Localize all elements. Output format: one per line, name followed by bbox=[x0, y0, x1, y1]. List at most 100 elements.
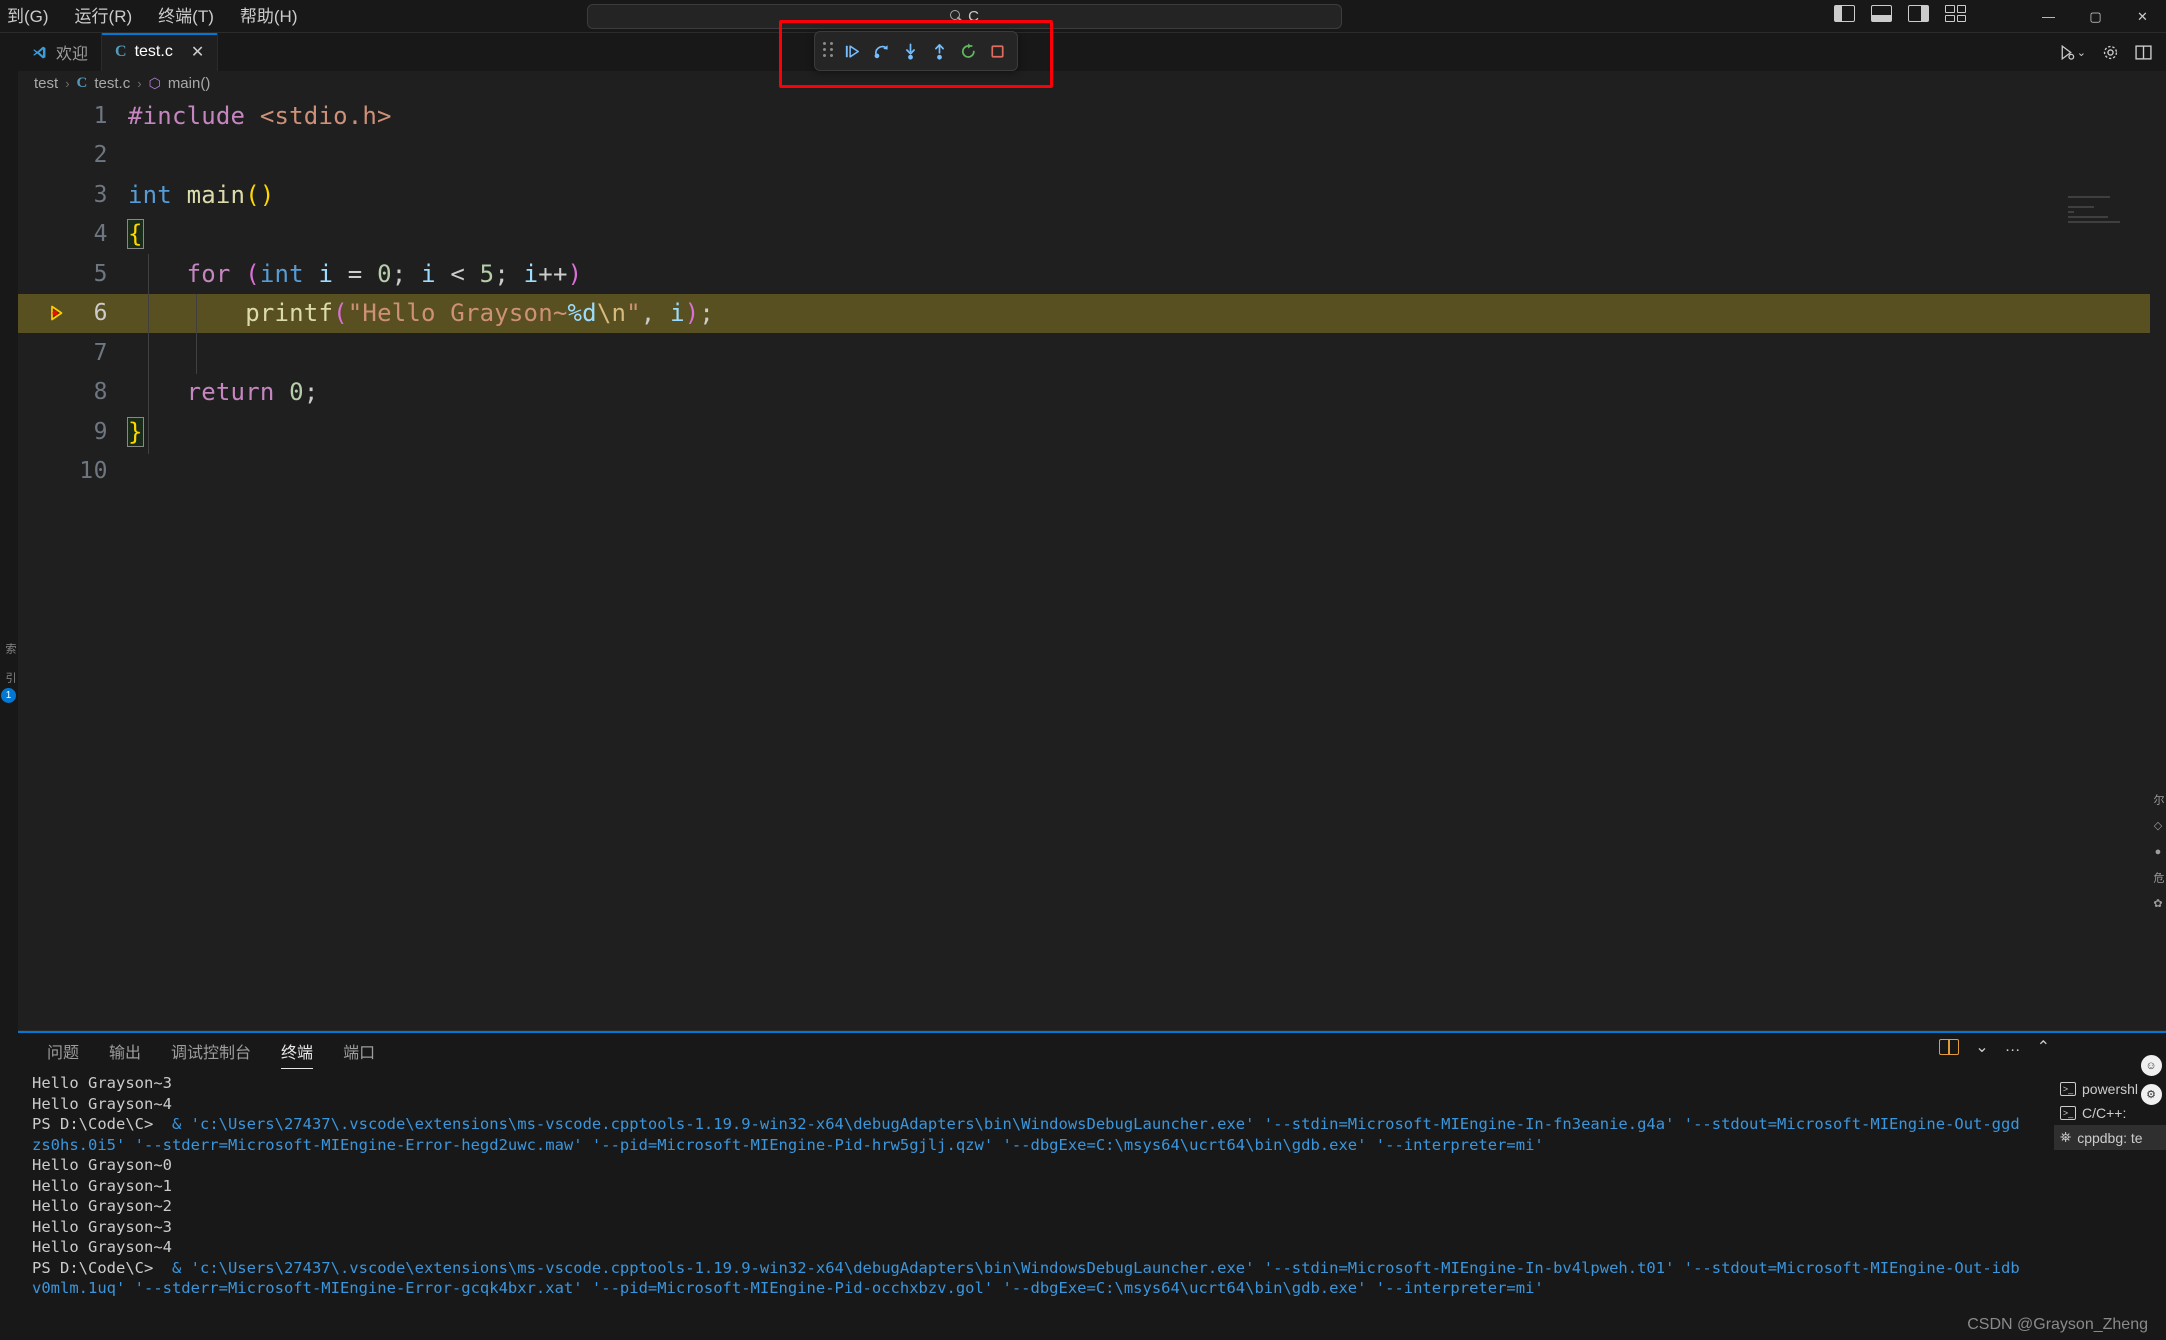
activity-bar: 索 1 引 bbox=[0, 33, 18, 1340]
terminal-output-line: Hello Grayson~2 bbox=[32, 1196, 2022, 1217]
menu-item-run[interactable]: 运行(R) bbox=[62, 5, 146, 28]
settings-gear-icon[interactable] bbox=[2102, 44, 2119, 61]
menu-item-goto[interactable]: 到(G) bbox=[0, 5, 62, 28]
step-into-button[interactable] bbox=[898, 39, 922, 64]
code-line-1[interactable]: 1#include <stdio.h> bbox=[18, 96, 2166, 136]
terminal-prompt: PS D:\Code\C> bbox=[32, 1115, 163, 1133]
search-icon bbox=[950, 10, 963, 23]
run-and-debug-icon[interactable]: ⌄ bbox=[2058, 44, 2086, 61]
line-number: 10 bbox=[18, 458, 128, 484]
panel-tab-debug-console[interactable]: 调试控制台 bbox=[156, 1033, 266, 1069]
editor-tab-bar: 欢迎 C test.c ✕ ⌄ bbox=[18, 33, 2166, 71]
line-number: 8 bbox=[18, 379, 128, 405]
breadcrumb-folder[interactable]: test bbox=[34, 75, 58, 92]
line-number: 6 bbox=[18, 300, 128, 326]
watermark: CSDN @Grayson_Zheng bbox=[1967, 1316, 2148, 1334]
terminal-instance-cppdbgte[interactable]: ⛯ cppdbg: te bbox=[2054, 1125, 2166, 1150]
code-line-4[interactable]: 4{ bbox=[18, 215, 2166, 255]
step-over-button[interactable] bbox=[869, 39, 893, 64]
command-center[interactable]: C bbox=[587, 4, 1342, 29]
line-number: 5 bbox=[18, 261, 128, 287]
right-strip-label-5: ✿ bbox=[2152, 897, 2165, 910]
split-terminal-icon[interactable] bbox=[1939, 1039, 1959, 1055]
chevron-down-icon[interactable]: ⌄ bbox=[1975, 1037, 1988, 1057]
code-line-3[interactable]: 3int main() bbox=[18, 175, 2166, 215]
line-content: int main() bbox=[128, 181, 275, 209]
code-line-7[interactable]: 7 bbox=[18, 333, 2166, 373]
terminal-output-line: Hello Grayson~0 bbox=[32, 1155, 2022, 1176]
code-line-10[interactable]: 10 bbox=[18, 452, 2166, 492]
panel-actions: ⌄ … ⌃ bbox=[1939, 1037, 2050, 1057]
code-line-8[interactable]: 8 return 0; bbox=[18, 373, 2166, 413]
step-out-button[interactable] bbox=[927, 39, 951, 64]
breadcrumb-file[interactable]: test.c bbox=[94, 75, 130, 92]
panel-tab-output[interactable]: 输出 bbox=[94, 1033, 156, 1069]
code-lines-container: 1#include <stdio.h>23int main()4{5 for (… bbox=[18, 96, 2166, 491]
toggle-primary-sidebar-icon[interactable] bbox=[1834, 5, 1855, 22]
activity-bar-label-2: 引 bbox=[0, 672, 18, 683]
indent-guide bbox=[148, 254, 149, 454]
window-controls: — ▢ ✕ bbox=[2025, 0, 2166, 33]
terminal-command-line: PS D:\Code\C> & 'c:\Users\27437\.vscode\… bbox=[32, 1258, 2022, 1299]
activity-bar-label-1: 索 bbox=[0, 643, 18, 654]
line-number: 7 bbox=[18, 340, 128, 366]
smiley-icon[interactable]: ☺ bbox=[2141, 1055, 2162, 1076]
code-line-9[interactable]: 9} bbox=[18, 412, 2166, 452]
panel-tab-terminal[interactable]: 终端 bbox=[266, 1033, 328, 1069]
tab-test-c[interactable]: C test.c ✕ bbox=[102, 33, 218, 71]
toggle-secondary-sidebar-icon[interactable] bbox=[1908, 5, 1929, 22]
terminal-icon: >_ bbox=[2060, 1106, 2076, 1120]
right-strip-label-4: 危 bbox=[2150, 872, 2166, 883]
code-line-5[interactable]: 5 for (int i = 0; i < 5; i++) bbox=[18, 254, 2166, 294]
c-file-icon: C bbox=[115, 43, 127, 61]
menu-item-terminal[interactable]: 终端(T) bbox=[145, 5, 227, 28]
toggle-panel-icon[interactable] bbox=[1871, 5, 1892, 22]
terminal-output-line: Hello Grayson~3 bbox=[32, 1217, 2022, 1238]
terminal-command-text: & 'c:\Users\27437\.vscode\extensions\ms-… bbox=[32, 1115, 2020, 1154]
editor-actions: ⌄ bbox=[2058, 33, 2166, 71]
panel-tab-ports[interactable]: 端口 bbox=[328, 1033, 390, 1069]
more-actions-icon[interactable]: … bbox=[2005, 1038, 2021, 1056]
terminal-instance-label: C/C++: bbox=[2082, 1105, 2126, 1121]
tab-test-c-label: test.c bbox=[135, 43, 173, 61]
indent-guide bbox=[196, 294, 197, 374]
right-strip-label-1: 尔 bbox=[2150, 794, 2166, 805]
minimap[interactable] bbox=[2068, 196, 2130, 226]
title-bar: 到(G) 运行(R) 终端(T) 帮助(H) ← → C — ▢ ✕ bbox=[0, 0, 2166, 33]
breadcrumb-separator-icon: › bbox=[137, 76, 141, 91]
gear-icon[interactable]: ⚙ bbox=[2141, 1084, 2162, 1105]
terminal-output-line: Hello Grayson~1 bbox=[32, 1176, 2022, 1197]
line-content: return 0; bbox=[128, 378, 318, 406]
terminal-command-line: PS D:\Code\C> & 'c:\Users\27437\.vscode\… bbox=[32, 1114, 2022, 1155]
debug-bug-icon: ⛯ bbox=[2060, 1129, 2071, 1146]
window-maximize-button[interactable]: ▢ bbox=[2072, 0, 2119, 33]
menu-bar: 到(G) 运行(R) 终端(T) 帮助(H) bbox=[0, 5, 310, 28]
line-content: { bbox=[128, 220, 143, 248]
terminal-output[interactable]: Hello Grayson~3Hello Grayson~4PS D:\Code… bbox=[32, 1073, 2022, 1339]
window-close-button[interactable]: ✕ bbox=[2119, 0, 2166, 33]
stop-button[interactable] bbox=[985, 39, 1009, 64]
terminal-instance-label: powershl bbox=[2082, 1081, 2138, 1097]
breadcrumb-symbol[interactable]: main() bbox=[168, 75, 211, 92]
symbol-cube-icon: ⬡ bbox=[149, 75, 161, 92]
menu-item-help[interactable]: 帮助(H) bbox=[227, 5, 311, 28]
continue-button[interactable] bbox=[840, 39, 864, 64]
close-icon[interactable]: ✕ bbox=[191, 42, 204, 62]
window-minimize-button[interactable]: — bbox=[2025, 0, 2072, 33]
command-center-text: C bbox=[968, 8, 979, 25]
chevron-up-icon[interactable]: ⌃ bbox=[2037, 1037, 2050, 1057]
code-editor[interactable]: 1#include <stdio.h>23int main()4{5 for (… bbox=[18, 96, 2166, 1030]
restart-button[interactable] bbox=[956, 39, 980, 64]
panel-tab-problems[interactable]: 问题 bbox=[32, 1033, 94, 1069]
customize-layout-icon[interactable] bbox=[1945, 5, 1966, 22]
split-editor-icon[interactable] bbox=[2135, 45, 2152, 60]
drag-handle-icon[interactable] bbox=[823, 42, 833, 60]
c-file-icon: C bbox=[77, 75, 88, 92]
code-line-6[interactable]: 6 printf("Hello Grayson~%d\n", i); bbox=[18, 294, 2166, 334]
code-line-2[interactable]: 2 bbox=[18, 136, 2166, 176]
terminal-instance-label: cppdbg: te bbox=[2077, 1130, 2142, 1146]
line-content: for (int i = 0; i < 5; i++) bbox=[128, 260, 582, 288]
line-number: 1 bbox=[18, 103, 128, 129]
tab-welcome[interactable]: 欢迎 bbox=[18, 33, 102, 71]
debug-toolbar[interactable] bbox=[814, 31, 1018, 71]
